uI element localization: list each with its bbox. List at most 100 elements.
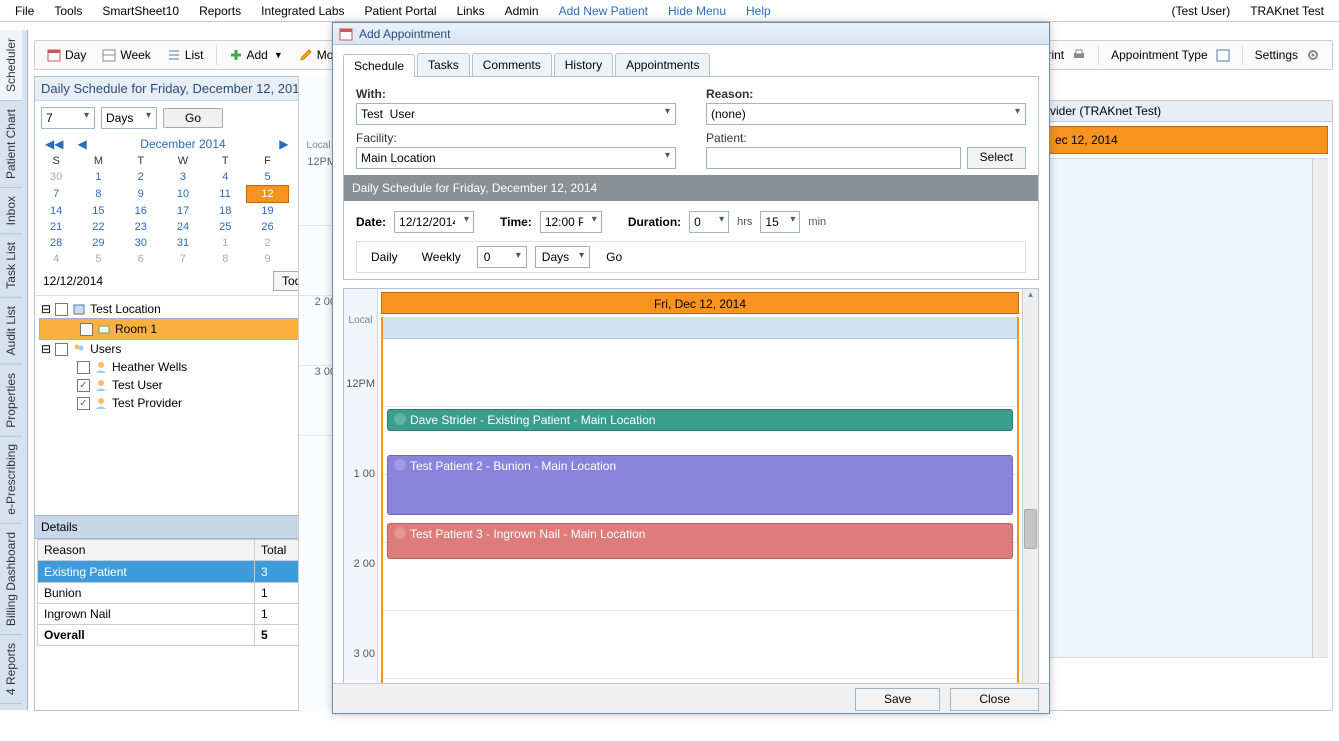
appointment-block[interactable]: Test Patient 2 - Bunion - Main Location: [387, 455, 1013, 515]
duration-mins-select[interactable]: [760, 211, 800, 233]
appointment-block[interactable]: Test Patient 3 - Ingrown Nail - Main Loc…: [387, 523, 1013, 559]
date-picker[interactable]: [394, 211, 474, 233]
calendar-day-icon: [47, 48, 61, 62]
tab-tasks[interactable]: Tasks: [417, 53, 470, 76]
mini-calendar[interactable]: SMTWTFS 30123456 78910111213 14151617181…: [35, 153, 331, 267]
go-button[interactable]: Go: [163, 108, 223, 128]
appointment-block[interactable]: Dave Strider - Existing Patient - Main L…: [387, 409, 1013, 431]
tree-location[interactable]: ⊟ Test Location: [39, 300, 327, 318]
dialog-titlebar[interactable]: Add Appointment: [333, 23, 1049, 45]
appointment-label: Test Patient 2 - Bunion - Main Location: [410, 459, 616, 473]
vtab-billing[interactable]: Billing Dashboard: [0, 524, 22, 635]
facility-select[interactable]: [356, 147, 676, 169]
checkbox[interactable]: [55, 303, 68, 316]
scrollbar[interactable]: [1312, 159, 1328, 657]
col-reason[interactable]: Reason: [38, 540, 255, 561]
daily-button[interactable]: Daily: [363, 248, 406, 266]
vtab-scheduler[interactable]: Scheduler: [0, 30, 22, 101]
tab-schedule[interactable]: Schedule: [343, 54, 415, 77]
schedule-rows[interactable]: Dave Strider - Existing Patient - Main L…: [381, 317, 1019, 704]
person-icon: [94, 378, 108, 392]
vertical-tabstrip: Scheduler Patient Chart Inbox Task List …: [0, 30, 28, 710]
settings-button[interactable]: Settings: [1249, 46, 1326, 64]
schedule-grid: Local 12PM 1 00 2 00 3 00 Fri, Dec 12, 2…: [343, 288, 1039, 705]
table-row[interactable]: Ingrown Nail1: [38, 604, 315, 625]
patient-input[interactable]: [706, 147, 961, 169]
patient-select-button[interactable]: Select: [967, 147, 1026, 169]
patient-label: Patient:: [706, 131, 1026, 145]
next-month-button[interactable]: ▶: [275, 137, 292, 151]
vtab-patient-chart[interactable]: Patient Chart: [0, 101, 22, 188]
menu-reports[interactable]: Reports: [189, 2, 251, 20]
dialog-footer: Save Close: [333, 683, 1049, 713]
menu-tools[interactable]: Tools: [44, 2, 92, 20]
table-row[interactable]: Existing Patient3: [38, 561, 315, 583]
range-count-select[interactable]: [41, 107, 95, 129]
tree-room[interactable]: Room 1: [39, 318, 327, 340]
menu-labs[interactable]: Integrated Labs: [251, 2, 354, 20]
view-count-select[interactable]: 0: [477, 246, 527, 268]
vtab-task-list[interactable]: Task List: [0, 234, 22, 298]
tab-comments[interactable]: Comments: [472, 53, 552, 76]
calendar-week-icon: [102, 48, 116, 62]
details-table: ReasonTotal Existing Patient3 Bunion1 In…: [37, 539, 315, 646]
tab-history[interactable]: History: [554, 53, 613, 76]
tree-user-2[interactable]: ✓ Test User: [39, 376, 327, 394]
tree-user-1[interactable]: Heather Wells: [39, 358, 327, 376]
table-row[interactable]: Bunion1: [38, 583, 315, 604]
menu-add-patient[interactable]: Add New Patient: [549, 2, 658, 20]
menu-file[interactable]: File: [5, 2, 44, 20]
vtab-eprescribing[interactable]: e-Prescribing: [0, 436, 22, 524]
vtab-reports[interactable]: 4 Reports: [0, 635, 22, 704]
table-row[interactable]: Overall5: [38, 625, 315, 646]
menu-links[interactable]: Links: [447, 2, 495, 20]
hrs-label: hrs: [737, 216, 752, 228]
current-user: (Test User): [1162, 2, 1241, 20]
vtab-inbox[interactable]: Inbox: [0, 188, 22, 234]
menu-admin[interactable]: Admin: [495, 2, 549, 20]
vtab-audit-list[interactable]: Audit List: [0, 298, 22, 364]
reason-select[interactable]: [706, 103, 1026, 125]
scrollbar[interactable]: ▴ ▾: [1022, 289, 1038, 704]
appointment-icon: [394, 413, 406, 425]
add-button[interactable]: Add▼: [223, 46, 289, 64]
checkbox[interactable]: [55, 343, 68, 356]
menu-portal[interactable]: Patient Portal: [355, 2, 447, 20]
list-button[interactable]: List: [161, 46, 210, 64]
day-button[interactable]: Day: [41, 46, 92, 64]
printer-icon: [1072, 48, 1086, 62]
checkbox[interactable]: [80, 323, 93, 336]
selected-date: 12/12/2014: [43, 274, 103, 288]
view-bar: Daily Weekly 0 Days Go: [356, 241, 1026, 273]
tree-user-3[interactable]: ✓ Test Provider: [39, 394, 327, 412]
view-unit-select[interactable]: Days: [535, 246, 590, 268]
week-button[interactable]: Week: [96, 46, 156, 64]
menu-hide[interactable]: Hide Menu: [658, 2, 736, 20]
weekly-button[interactable]: Weekly: [414, 248, 469, 266]
left-panel: Daily Schedule for Friday, December 12, …: [34, 76, 332, 711]
tree-users[interactable]: ⊟ Users: [39, 340, 327, 358]
appointment-type-button[interactable]: Appointment Type: [1105, 46, 1236, 64]
menu-help[interactable]: Help: [736, 2, 781, 20]
with-select[interactable]: [356, 103, 676, 125]
view-go-button[interactable]: Go: [598, 248, 630, 266]
min-label: min: [808, 216, 826, 228]
range-unit-select[interactable]: [101, 107, 157, 129]
prev-month-button[interactable]: ◀: [73, 137, 90, 151]
appointment-label: Dave Strider - Existing Patient - Main L…: [410, 413, 655, 427]
duration-hours-select[interactable]: [689, 211, 729, 233]
pencil-icon: [299, 48, 313, 62]
menu-smartsheet[interactable]: SmartSheet10: [92, 2, 189, 20]
checkbox[interactable]: ✓: [77, 397, 90, 410]
month-label: December 2014: [97, 137, 270, 151]
prev-year-button[interactable]: ◀◀: [41, 137, 67, 151]
reason-label: Reason:: [706, 87, 1026, 101]
save-button[interactable]: Save: [855, 688, 940, 711]
close-button[interactable]: Close: [950, 688, 1039, 711]
vtab-properties[interactable]: Properties: [0, 365, 22, 437]
tab-appointments[interactable]: Appointments: [615, 53, 710, 76]
checkbox[interactable]: ✓: [77, 379, 90, 392]
time-select[interactable]: [540, 211, 602, 233]
plus-icon: [229, 48, 243, 62]
checkbox[interactable]: [77, 361, 90, 374]
